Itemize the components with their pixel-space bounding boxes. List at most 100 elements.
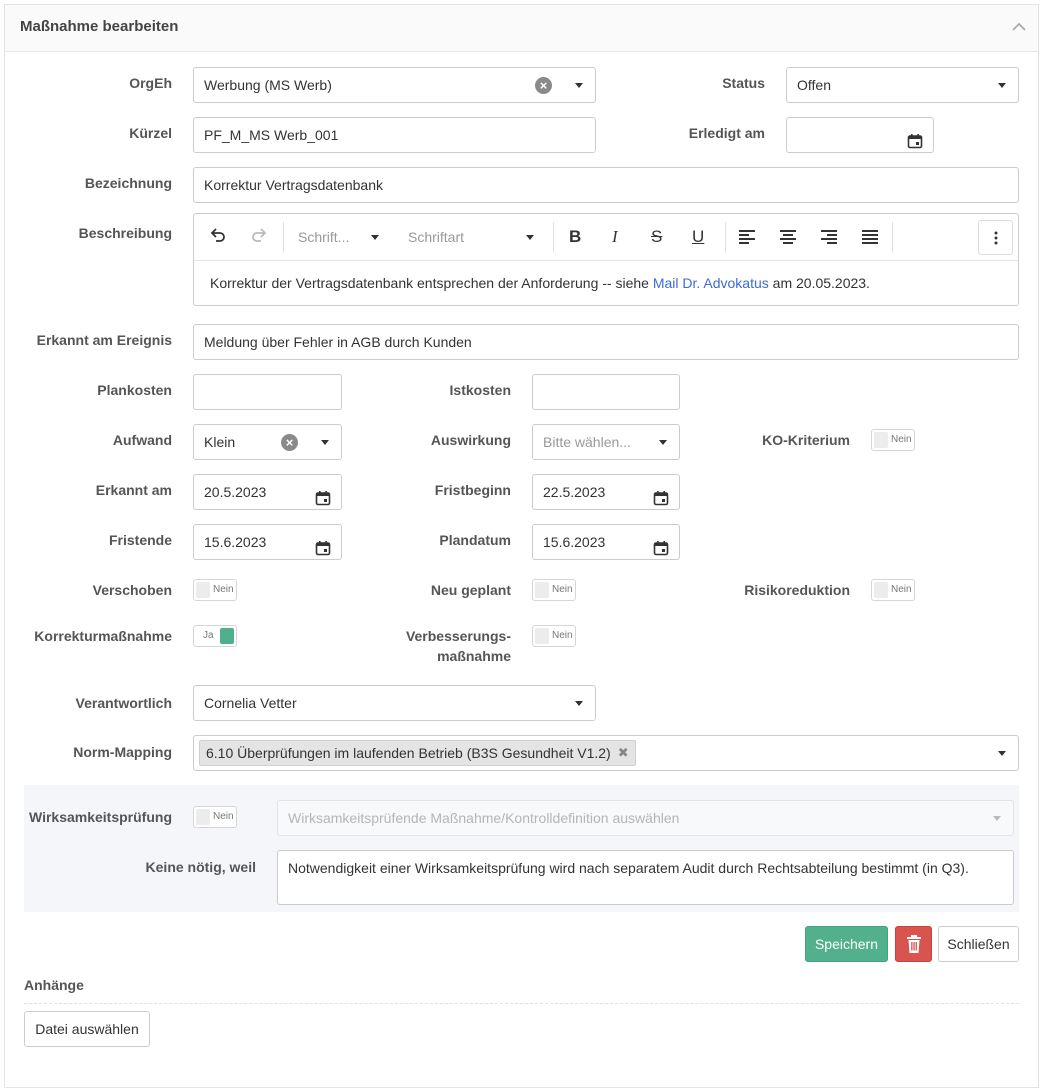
- kuerzel-input[interactable]: PF_M_MS Werb_001: [193, 117, 596, 153]
- korrekturmassnahme-toggle[interactable]: Ja: [193, 625, 237, 647]
- wirksamkeitspruefung-label: Wirksamkeitsprüfung: [28, 809, 172, 825]
- calendar-icon[interactable]: [653, 534, 669, 559]
- chevron-down-icon: [998, 751, 1006, 756]
- wirksamkeitspruefung-toggle[interactable]: Nein: [193, 806, 237, 828]
- plankosten-label: Plankosten: [97, 382, 172, 398]
- erkannt-am-ereignis-input[interactable]: Meldung über Fehler in AGB durch Kunden: [193, 324, 1019, 360]
- erkannt-am-date-input[interactable]: 20.5.2023: [193, 474, 342, 510]
- toggle-state: Nein: [213, 811, 234, 822]
- auswirkung-placeholder: Bitte wählen...: [543, 434, 631, 450]
- auswirkung-label: Auswirkung: [430, 432, 511, 448]
- risikoreduktion-toggle[interactable]: Nein: [871, 579, 915, 601]
- verschoben-label: Verschoben: [92, 582, 172, 598]
- erkannt-am-label: Erkannt am: [95, 482, 172, 498]
- italic-icon[interactable]: I: [612, 227, 618, 247]
- status-label: Status: [722, 75, 765, 91]
- erkannt-am-value: 20.5.2023: [204, 484, 267, 500]
- kuerzel-value: PF_M_MS Werb_001: [204, 127, 339, 143]
- ko-kriterium-toggle[interactable]: Nein: [871, 429, 915, 451]
- fristende-value: 15.6.2023: [204, 534, 267, 550]
- keine-noetig-value: Notwendigkeit einer Wirksamkeitsprüfung …: [288, 860, 969, 876]
- status-select[interactable]: Offen: [786, 67, 1019, 103]
- fristbeginn-label: Fristbeginn: [434, 482, 511, 498]
- chevron-up-icon[interactable]: [1012, 19, 1026, 35]
- calendar-icon[interactable]: [315, 484, 331, 509]
- verbesserungsmassnahme-label-line2: maßnahme: [437, 648, 511, 664]
- bezeichnung-input[interactable]: Korrektur Vertragsdatenbank: [193, 167, 1019, 203]
- rich-text-editor[interactable]: Schrift... Schriftart B I S U Korrektur …: [193, 213, 1019, 306]
- erkannt-am-ereignis-label: Erkannt am Ereignis: [36, 332, 172, 348]
- auswirkung-select[interactable]: Bitte wählen...: [532, 424, 680, 460]
- aufwand-select[interactable]: Klein ×: [193, 424, 342, 460]
- verbesserungsmassnahme-toggle[interactable]: Nein: [532, 625, 576, 647]
- keine-noetig-label: Keine nötig, weil: [145, 859, 256, 875]
- plandatum-date-input[interactable]: 15.6.2023: [532, 524, 680, 560]
- erledigt-am-date-input[interactable]: [786, 117, 934, 153]
- plandatum-value: 15.6.2023: [543, 534, 606, 550]
- choose-file-button[interactable]: Datei auswählen: [24, 1011, 150, 1047]
- plankosten-input[interactable]: [193, 374, 342, 410]
- verantwortlich-select[interactable]: Cornelia Vetter: [193, 685, 596, 721]
- keine-noetig-textarea[interactable]: Notwendigkeit einer Wirksamkeitsprüfung …: [277, 850, 1014, 905]
- editor-content[interactable]: Korrektur der Vertragsdatenbank entsprec…: [210, 275, 870, 291]
- chevron-down-icon: [526, 235, 534, 240]
- divider: [24, 1003, 1019, 1004]
- remove-tag-icon[interactable]: ✖: [618, 741, 629, 765]
- wirksamkeitspruefung-select[interactable]: Wirksamkeitsprüfende Maßnahme/Kontrollde…: [277, 800, 1014, 836]
- korrekturmassnahme-label: Korrekturmaßnahme: [34, 628, 172, 644]
- fristende-date-input[interactable]: 15.6.2023: [193, 524, 342, 560]
- norm-mapping-multiselect[interactable]: 6.10 Überprüfungen im laufenden Betrieb …: [193, 735, 1019, 771]
- orgeh-value: Werbung (MS Werb): [204, 77, 332, 93]
- erledigt-am-label: Erledigt am: [688, 125, 765, 141]
- erkannt-am-ereignis-value: Meldung über Fehler in AGB durch Kunden: [204, 334, 472, 350]
- clear-icon[interactable]: ×: [281, 434, 298, 451]
- verantwortlich-label: Verantwortlich: [75, 695, 172, 711]
- calendar-icon[interactable]: [653, 484, 669, 509]
- norm-mapping-label: Norm-Mapping: [73, 744, 172, 760]
- neu-geplant-toggle[interactable]: Nein: [532, 579, 576, 601]
- align-left-icon[interactable]: [739, 230, 755, 247]
- risikoreduktion-label: Risikoreduktion: [744, 582, 850, 598]
- norm-mapping-tag-label: 6.10 Überprüfungen im laufenden Betrieb …: [206, 745, 611, 761]
- save-button[interactable]: Speichern: [805, 926, 888, 962]
- chevron-down-icon: [575, 701, 583, 706]
- undo-icon[interactable]: [209, 226, 227, 247]
- underline-icon[interactable]: U: [692, 227, 704, 247]
- bold-icon[interactable]: B: [569, 227, 581, 247]
- plandatum-label: Plandatum: [439, 532, 511, 548]
- redo-icon[interactable]: [250, 226, 268, 247]
- ko-kriterium-label: KO-Kriterium: [762, 432, 850, 448]
- aufwand-value: Klein: [204, 434, 236, 450]
- istkosten-input[interactable]: [532, 374, 680, 410]
- more-options-icon[interactable]: [978, 220, 1013, 255]
- chevron-down-icon: [575, 83, 583, 88]
- editor-link[interactable]: Mail Dr. Advokatus: [653, 275, 769, 291]
- bezeichnung-value: Korrektur Vertragsdatenbank: [204, 177, 383, 193]
- toggle-state: Ja: [203, 630, 214, 641]
- attachments-title: Anhänge: [24, 977, 84, 993]
- panel-title: Maßnahme bearbeiten: [20, 18, 179, 35]
- toggle-state: Nein: [552, 584, 573, 595]
- clear-icon[interactable]: ×: [535, 77, 552, 94]
- delete-button[interactable]: [895, 926, 932, 962]
- align-right-icon[interactable]: [821, 230, 837, 247]
- editor-text-end: am 20.05.2023.: [768, 275, 870, 291]
- fristende-label: Fristende: [108, 532, 172, 548]
- verschoben-toggle[interactable]: Nein: [193, 579, 237, 601]
- orgeh-label: OrgEh: [129, 75, 172, 91]
- calendar-icon[interactable]: [315, 534, 331, 559]
- bezeichnung-label: Bezeichnung: [84, 175, 172, 191]
- align-justify-icon[interactable]: [862, 230, 878, 247]
- align-center-icon[interactable]: [780, 230, 796, 247]
- font-size-select[interactable]: Schrift...: [298, 229, 349, 245]
- toggle-state: Nein: [213, 584, 234, 595]
- fristbeginn-date-input[interactable]: 22.5.2023: [532, 474, 680, 510]
- close-button[interactable]: Schließen: [938, 926, 1019, 962]
- chevron-down-icon: [998, 83, 1006, 88]
- aufwand-label: Aufwand: [112, 432, 172, 448]
- editor-text-start: Korrektur der Vertragsdatenbank entsprec…: [210, 275, 653, 291]
- orgeh-select[interactable]: Werbung (MS Werb) ×: [193, 67, 596, 103]
- calendar-icon[interactable]: [907, 127, 923, 152]
- font-family-select[interactable]: Schriftart: [408, 229, 464, 245]
- strikethrough-icon[interactable]: S: [651, 227, 662, 247]
